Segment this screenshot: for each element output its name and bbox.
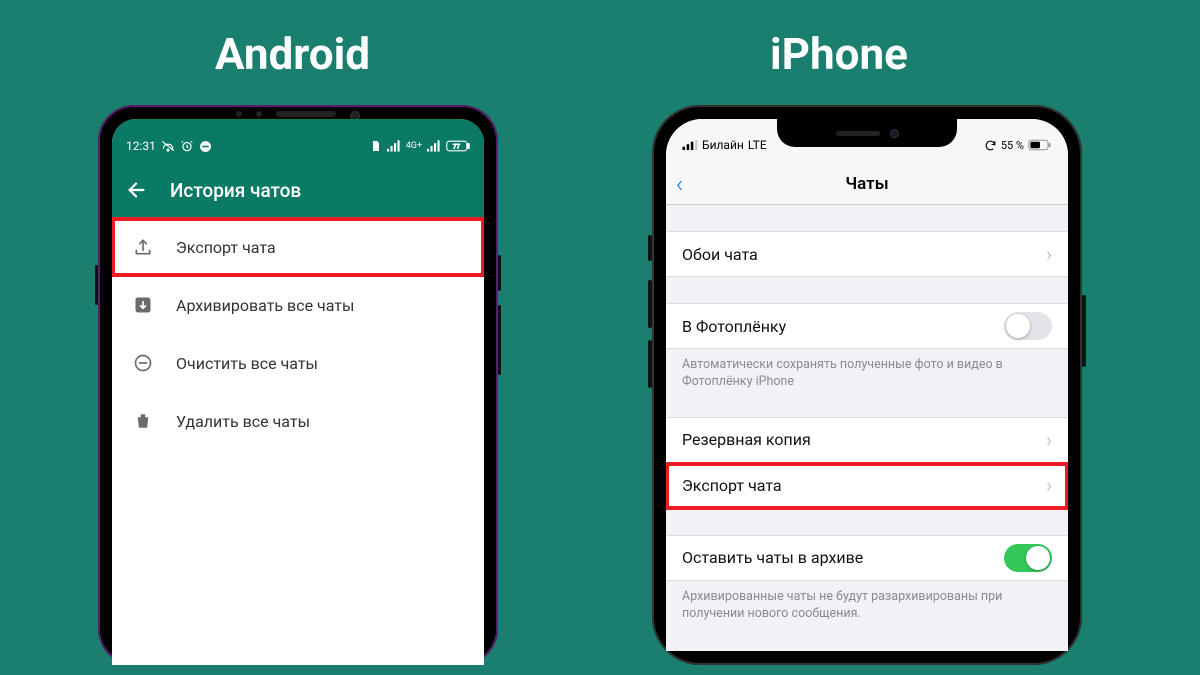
settings-section: Обои чата ›: [666, 231, 1068, 277]
settings-section: В Фотоплёнку Автоматически сохранять пол…: [666, 303, 1068, 391]
battery-percent: 55 %: [1001, 139, 1024, 152]
toggle-on[interactable]: [1004, 544, 1052, 572]
row-wallpaper[interactable]: Обои чата ›: [666, 231, 1068, 277]
app-header: История чатов: [112, 163, 484, 217]
row-label: Удалить все чаты: [176, 412, 310, 431]
iphone-screen: Билайн LTE 55 % ‹ Чаты Обои чата › В Фот…: [666, 119, 1068, 651]
notch: [777, 119, 957, 147]
row-export-chat[interactable]: Экспорт чата ›: [666, 463, 1068, 509]
status-time: 12:31: [126, 139, 156, 153]
carrier-label: Билайн: [702, 138, 744, 152]
signal-icon: [387, 140, 401, 152]
upload-icon: [132, 236, 154, 258]
row-label: Оставить чаты в архиве: [682, 548, 863, 567]
section-description: Автоматически сохранять полученные фото …: [666, 349, 1068, 391]
side-button: [648, 280, 652, 328]
heading-android: Android: [215, 28, 370, 80]
svg-text:77: 77: [453, 143, 461, 150]
signal-icon: [682, 140, 698, 150]
row-backup[interactable]: Резервная копия ›: [666, 417, 1068, 463]
android-screen: 12:31 4G+ 77 История чатов: [112, 119, 484, 665]
network-4g-icon: 4G+: [406, 141, 422, 151]
side-button: [95, 265, 98, 305]
battery-icon: [1028, 139, 1052, 151]
chevron-right-icon: ›: [1046, 242, 1052, 266]
network-label: LTE: [748, 138, 767, 152]
settings-section: Резервная копия › Экспорт чата ›: [666, 417, 1068, 509]
section-description: Архивированные чаты не будут разархивиро…: [666, 581, 1068, 623]
row-save-to-camera-roll[interactable]: В Фотоплёнку: [666, 303, 1068, 349]
phone-frame-iphone: Билайн LTE 55 % ‹ Чаты Обои чата › В Фот…: [652, 105, 1082, 665]
row-clear-all[interactable]: Очистить все чаты: [112, 334, 484, 392]
row-export-chat[interactable]: Экспорт чата: [112, 218, 484, 276]
row-delete-all[interactable]: Удалить все чаты: [112, 392, 484, 450]
phone-frame-android: 12:31 4G+ 77 История чатов: [98, 105, 498, 665]
battery-icon: 77: [446, 140, 470, 152]
archive-icon: [132, 294, 154, 316]
row-label: В Фотоплёнку: [682, 317, 786, 336]
trash-icon: [132, 410, 154, 432]
nav-bar: ‹ Чаты: [666, 163, 1068, 205]
chevron-right-icon: ›: [1046, 428, 1052, 452]
side-button: [498, 305, 501, 375]
heading-iphone: iPhone: [770, 28, 908, 80]
nav-title: Чаты: [845, 174, 888, 194]
page-title: История чатов: [170, 179, 301, 202]
chevron-right-icon: ›: [1046, 473, 1052, 497]
side-button: [1082, 295, 1086, 367]
side-button: [498, 255, 501, 291]
mute-icon: [161, 139, 175, 153]
side-button: [648, 235, 652, 261]
settings-section: Оставить чаты в архиве Архивированные ча…: [666, 535, 1068, 623]
row-keep-archived[interactable]: Оставить чаты в архиве: [666, 535, 1068, 581]
row-label: Резервная копия: [682, 430, 811, 449]
settings-list: Экспорт чата Архивировать все чаты Очист…: [112, 218, 484, 450]
signal-icon: [427, 140, 441, 152]
dnd-icon: [199, 140, 212, 153]
row-label: Очистить все чаты: [176, 354, 318, 373]
row-label: Обои чата: [682, 245, 758, 264]
sim-icon: [370, 140, 382, 152]
row-archive-all[interactable]: Архивировать все чаты: [112, 276, 484, 334]
back-icon[interactable]: [126, 179, 148, 201]
alarm-icon: [180, 139, 194, 153]
side-button: [648, 340, 652, 388]
toggle-off[interactable]: [1004, 312, 1052, 340]
row-label: Экспорт чата: [176, 238, 276, 257]
row-label: Экспорт чата: [682, 476, 782, 495]
row-label: Архивировать все чаты: [176, 296, 354, 315]
status-bar: 12:31 4G+ 77: [112, 119, 484, 163]
minus-circle-icon: [132, 352, 154, 374]
sync-icon: [984, 139, 997, 152]
back-icon[interactable]: ‹: [676, 170, 683, 198]
